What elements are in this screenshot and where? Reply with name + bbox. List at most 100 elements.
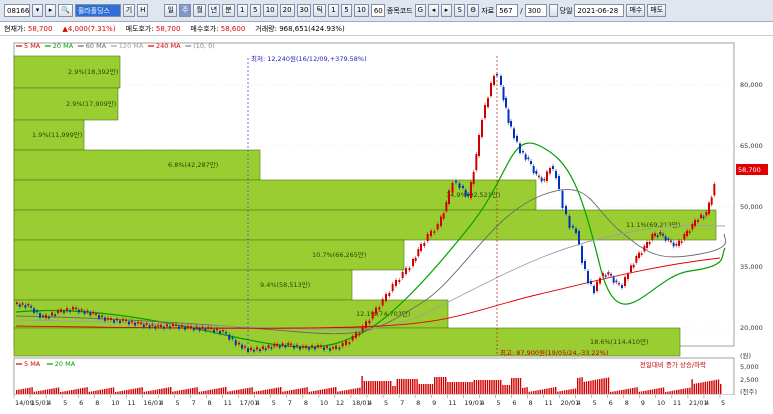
period-month-button[interactable]: 월 bbox=[193, 4, 206, 17]
candle-body bbox=[467, 194, 470, 196]
tick-5-button[interactable]: 5 bbox=[340, 4, 352, 17]
candle-body bbox=[475, 154, 478, 170]
period-week-button[interactable]: 주 bbox=[178, 4, 192, 17]
candle-body bbox=[694, 220, 696, 226]
candle-body bbox=[516, 136, 518, 142]
price-info-bar: 현재가: 58,700 ▲4,000(7.31%) 매도호가: 58,700 매… bbox=[0, 22, 773, 36]
candle-body bbox=[546, 171, 548, 181]
x-tick-label: 4 bbox=[577, 399, 581, 407]
candle-body bbox=[154, 326, 157, 329]
code-dropdown-button[interactable]: ▾ bbox=[32, 4, 43, 17]
settings-icon[interactable]: ⚙ bbox=[467, 4, 480, 17]
tick-button[interactable]: 틱 bbox=[313, 4, 326, 17]
date-checkbox[interactable] bbox=[548, 4, 558, 17]
volume-bar bbox=[57, 387, 60, 394]
volume-bar bbox=[88, 391, 90, 394]
candle-body bbox=[414, 258, 417, 261]
volume-bar bbox=[66, 390, 68, 394]
candle-body bbox=[481, 120, 483, 137]
volume-bar bbox=[643, 391, 645, 394]
volume-bar bbox=[434, 377, 436, 394]
candle-body bbox=[320, 345, 322, 347]
volume-bar bbox=[152, 390, 154, 394]
chart-toggle-button[interactable]: H bbox=[137, 4, 149, 17]
compare-left-button[interactable]: ◂ bbox=[428, 4, 440, 17]
bid-info: 매수호가: 58,600 bbox=[190, 24, 245, 34]
candle-body bbox=[510, 121, 512, 127]
volume-bar bbox=[702, 382, 704, 394]
tick-10-button[interactable]: 10 bbox=[353, 4, 369, 17]
candle-body bbox=[213, 329, 215, 333]
candle-body bbox=[385, 294, 387, 301]
period-year-button[interactable]: 년 bbox=[207, 4, 221, 17]
date-picker[interactable]: 2021-06-28 bbox=[574, 4, 625, 17]
candle-body bbox=[169, 326, 171, 329]
volume-bar bbox=[550, 387, 552, 394]
volume-bar bbox=[90, 391, 93, 394]
volume-bar bbox=[40, 390, 42, 394]
candle-body bbox=[358, 333, 361, 335]
volume-bar bbox=[64, 391, 66, 394]
compare-right-button[interactable]: ▸ bbox=[441, 4, 453, 17]
candle-body bbox=[615, 280, 618, 283]
stock-code-input[interactable]: 081660 bbox=[4, 4, 30, 17]
volume-bar bbox=[544, 389, 546, 394]
volume-bar bbox=[211, 389, 214, 394]
volume-bar bbox=[176, 390, 178, 394]
search-icon[interactable]: 🔍 bbox=[58, 4, 73, 17]
period-10-button[interactable]: 10 bbox=[262, 4, 278, 17]
candle-body bbox=[259, 349, 261, 351]
compare-g-button[interactable]: G bbox=[414, 4, 427, 17]
x-tick-label: 4 bbox=[47, 399, 51, 407]
volume-bar bbox=[77, 388, 79, 394]
candle-body bbox=[326, 346, 328, 348]
volume-bar bbox=[42, 390, 44, 394]
candle-body bbox=[378, 307, 381, 310]
candle-body bbox=[317, 345, 319, 348]
buy-button[interactable]: 매수 bbox=[626, 4, 646, 17]
volume-bar bbox=[238, 389, 240, 394]
volume-bar bbox=[20, 389, 22, 394]
volume-bar bbox=[632, 388, 634, 394]
volume-bar bbox=[640, 391, 643, 394]
candle-body bbox=[507, 109, 510, 123]
candle-body bbox=[262, 346, 264, 349]
candle-body bbox=[697, 220, 699, 222]
period-minute-button[interactable]: 분 bbox=[222, 4, 235, 17]
volume-profile-bar bbox=[13, 209, 717, 241]
period-1-button[interactable]: 1 bbox=[236, 4, 248, 17]
volume-bar bbox=[352, 388, 354, 394]
sell-button[interactable]: 매도 bbox=[647, 4, 667, 17]
volume-bar bbox=[504, 385, 506, 394]
data-count-select[interactable]: 567 bbox=[496, 4, 519, 17]
tick-1-button[interactable]: 1 bbox=[327, 4, 339, 17]
x-tick-label: 5 bbox=[175, 399, 179, 407]
stock-name-field[interactable]: 휠라홀딩스 bbox=[74, 4, 121, 17]
volume-bar bbox=[288, 390, 291, 394]
tick-value-input[interactable]: 60 bbox=[370, 4, 385, 17]
candle-body bbox=[505, 98, 507, 108]
volume-bar bbox=[319, 389, 321, 394]
volume-bar bbox=[526, 387, 528, 394]
total-count-field[interactable]: 300 bbox=[524, 4, 547, 17]
stock-chart[interactable]: 2.9%(18,392만) 2.9%(17,909만) 1.9%(11,999만) 6… bbox=[0, 36, 773, 414]
period-30-button[interactable]: 30 bbox=[296, 4, 312, 17]
candle-body bbox=[705, 212, 708, 216]
volume-bar bbox=[552, 387, 555, 394]
compare-s-button[interactable]: S bbox=[454, 4, 466, 17]
candle-body bbox=[45, 314, 47, 318]
candle-body bbox=[575, 228, 577, 233]
volume-bar bbox=[357, 388, 359, 394]
volume-profile-label: 11.1%(69,213만) bbox=[626, 220, 680, 229]
volume-bar bbox=[658, 388, 660, 394]
volume-bar bbox=[574, 388, 577, 394]
period-5-button[interactable]: 5 bbox=[249, 4, 261, 17]
period-day-button[interactable]: 일 bbox=[164, 4, 177, 17]
stock-info-button[interactable]: 기 bbox=[122, 4, 136, 17]
volume-bar bbox=[187, 388, 189, 394]
candle-body bbox=[478, 135, 480, 156]
period-20-button[interactable]: 20 bbox=[279, 4, 295, 17]
prev-stock-button[interactable]: ▸ bbox=[45, 4, 56, 17]
candle-body bbox=[502, 87, 505, 100]
candle-body bbox=[69, 310, 71, 312]
